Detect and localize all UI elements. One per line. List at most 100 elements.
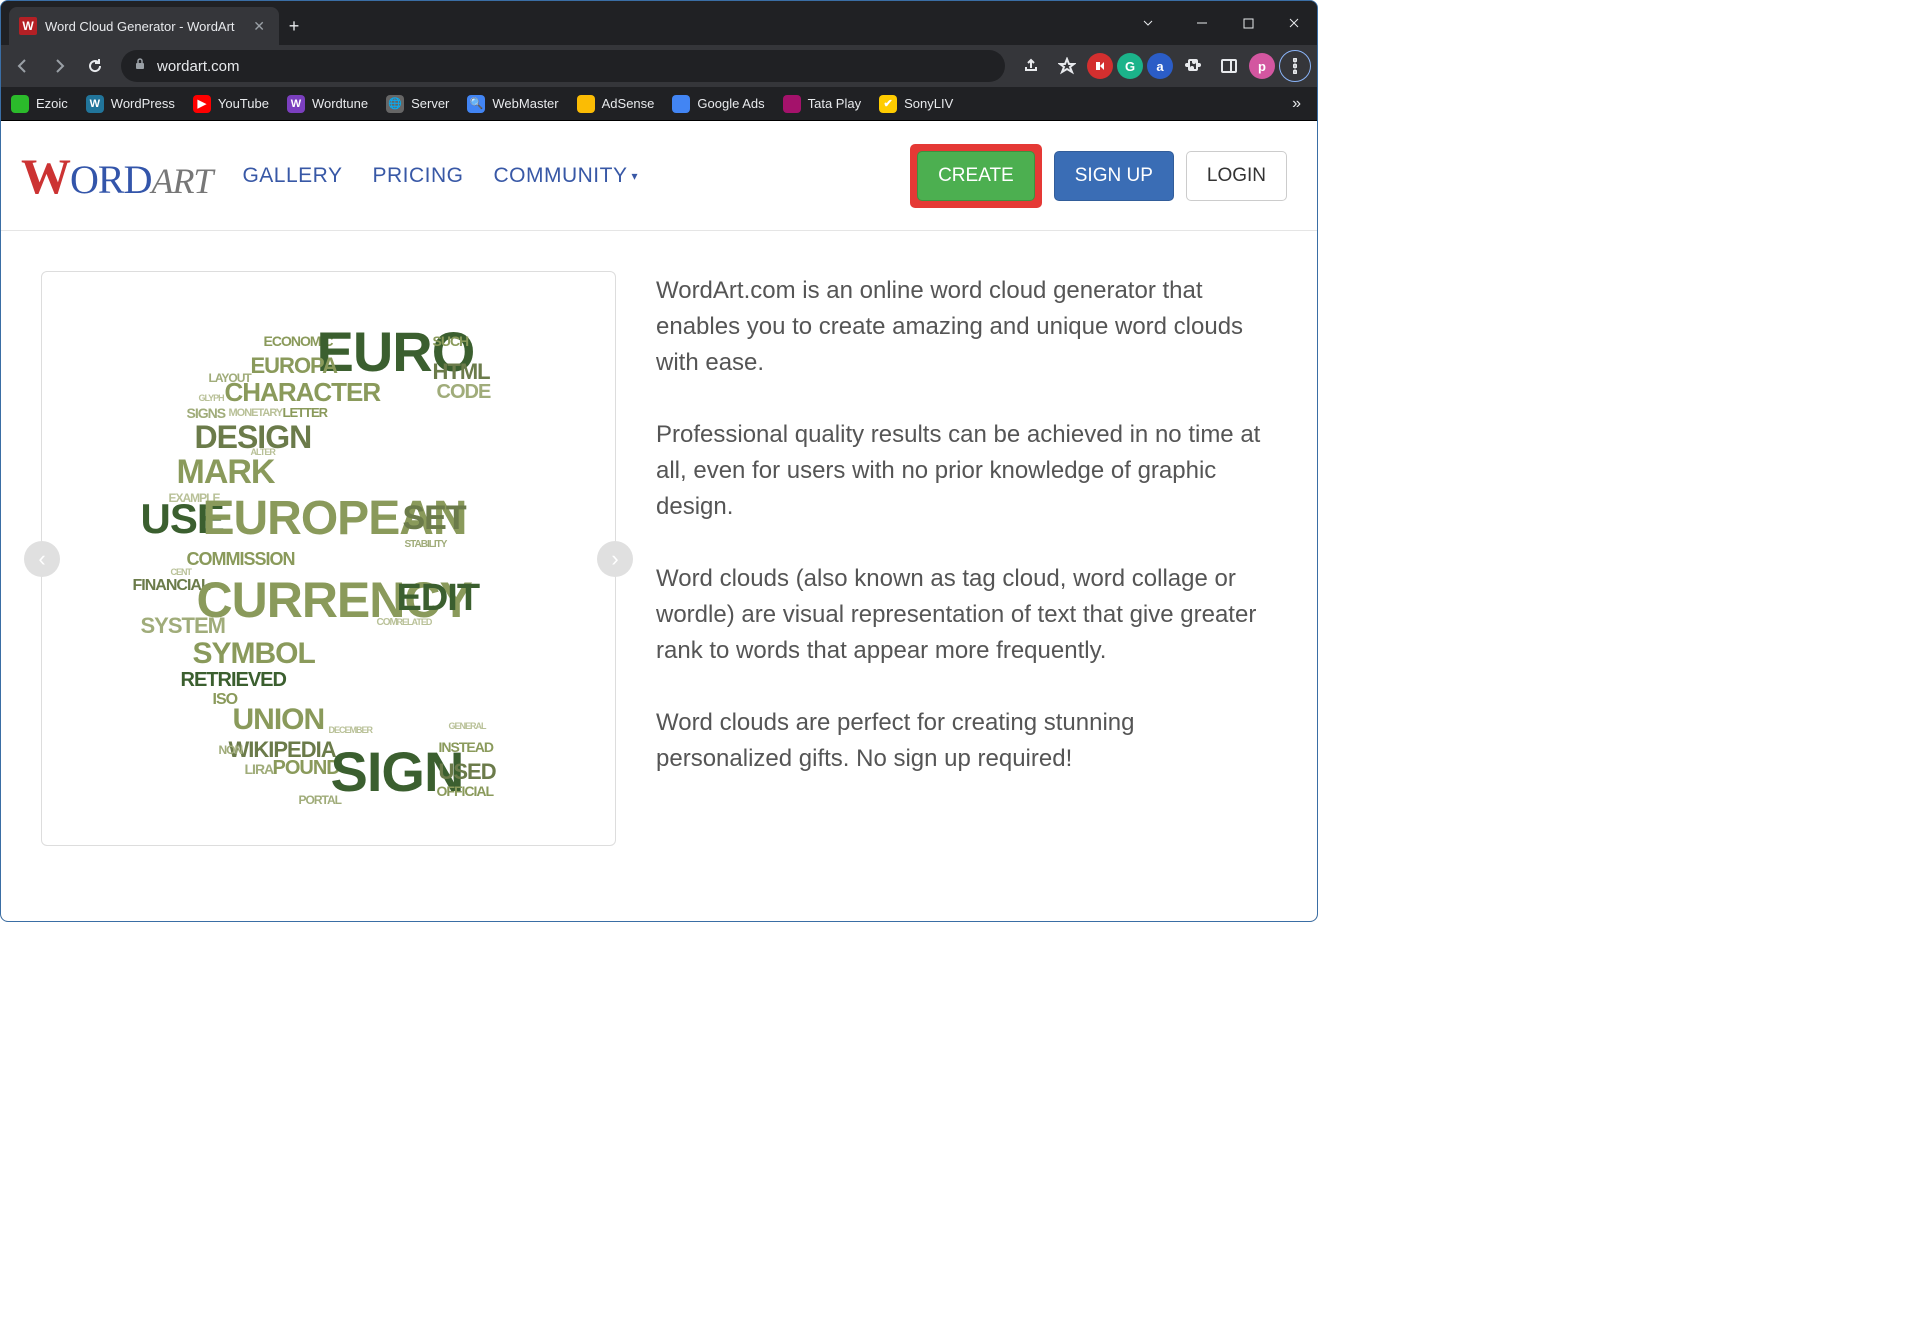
copy-paragraph: Word clouds (also known as tag cloud, wo… — [656, 561, 1277, 669]
chevron-down-icon: ▾ — [631, 169, 638, 183]
bookmark-label: AdSense — [602, 96, 655, 111]
browser-window: W Word Cloud Generator - WordArt ✕ + — [0, 0, 1318, 922]
create-button[interactable]: CREATE — [917, 151, 1035, 201]
new-tab-button[interactable]: + — [279, 7, 309, 45]
address-bar[interactable]: wordart.com — [121, 50, 1005, 82]
bookmark-label: Tata Play — [808, 96, 861, 111]
copy-paragraph: Professional quality results can be achi… — [656, 417, 1277, 525]
nav-gallery[interactable]: GALLERY — [242, 164, 342, 188]
wordcloud-word: USED — [439, 759, 496, 785]
wordcloud-word: NON — [219, 743, 243, 757]
carousel-prev-button[interactable]: ‹ — [24, 541, 60, 577]
profile-avatar[interactable]: p — [1249, 53, 1275, 79]
nav-actions: CREATE SIGN UP LOGIN — [910, 144, 1287, 208]
window-controls — [1125, 1, 1317, 45]
share-icon[interactable] — [1015, 50, 1047, 82]
bookmarks-bar: Ezoic W WordPress ▶YouTube WWordtune 🌐 Server 🔍… — [1, 87, 1317, 121]
minimize-button[interactable] — [1179, 5, 1225, 41]
titlebar: W Word Cloud Generator - WordArt ✕ + — [1, 1, 1317, 45]
carousel-next-button[interactable]: › — [597, 541, 633, 577]
forward-button[interactable] — [43, 50, 75, 82]
extension-ublock-icon[interactable] — [1087, 53, 1113, 79]
bookmark-item[interactable]: Google Ads — [672, 95, 764, 113]
wordcloud-word: CENT — [171, 567, 192, 577]
bookmark-favicon-icon — [783, 95, 801, 113]
wordcloud-image: ECONOMICEUROSUCHEUROPAHTMLLAYOUTCHARACTE… — [129, 309, 529, 809]
wordcloud-word: MONETARY — [229, 407, 283, 419]
wordcloud-word: CHARACTER — [225, 377, 381, 408]
wordcloud-word: ALTER — [251, 447, 275, 457]
reload-button[interactable] — [79, 50, 111, 82]
bookmark-label: WordPress — [111, 96, 175, 111]
page-viewport[interactable]: WORDART GALLERY PRICING COMMUNITY ▾ CREA… — [1, 121, 1317, 921]
bookmark-item[interactable]: Ezoic — [11, 95, 68, 113]
bookmark-item[interactable]: 🔍WebMaster — [467, 95, 558, 113]
wordcloud-word: SYSTEM — [141, 613, 225, 639]
browser-toolbar: wordart.com G a p — [1, 45, 1317, 87]
nav-links: GALLERY PRICING COMMUNITY ▾ — [242, 164, 638, 188]
bookmark-label: SonyLIV — [904, 96, 953, 111]
site-nav: WORDART GALLERY PRICING COMMUNITY ▾ CREA… — [1, 121, 1317, 231]
bookmark-label: Google Ads — [697, 96, 764, 111]
bookmark-item[interactable]: 🌐 Server — [386, 95, 449, 113]
tab-title: Word Cloud Generator - WordArt — [45, 19, 241, 34]
create-button-highlight: CREATE — [910, 144, 1042, 208]
bookmarks-overflow-icon[interactable]: » — [1286, 95, 1307, 113]
tabs-dropdown-icon[interactable] — [1125, 5, 1171, 41]
wordcloud-word: SUCH — [433, 333, 469, 349]
bookmark-favicon-icon — [11, 95, 29, 113]
favicon-icon: W — [19, 17, 37, 35]
bookmark-label: Ezoic — [36, 96, 68, 111]
extension-grammarly-icon[interactable]: G — [1117, 53, 1143, 79]
lock-icon — [133, 57, 147, 76]
wordcloud-word: DECEMBER — [329, 725, 373, 735]
browser-tab[interactable]: W Word Cloud Generator - WordArt ✕ — [9, 7, 279, 45]
menu-dots-icon[interactable] — [1279, 50, 1311, 82]
bookmark-item[interactable]: WWordtune — [287, 95, 368, 113]
signup-button[interactable]: SIGN UP — [1054, 151, 1174, 201]
extensions-puzzle-icon[interactable] — [1177, 50, 1209, 82]
wordcloud-word: RELATED — [397, 617, 432, 627]
sidepanel-icon[interactable] — [1213, 50, 1245, 82]
wordcloud-word: SET — [403, 499, 466, 538]
nav-community[interactable]: COMMUNITY ▾ — [493, 164, 638, 188]
bookmark-favicon-icon: W — [86, 95, 104, 113]
login-button[interactable]: LOGIN — [1186, 151, 1287, 201]
bookmark-favicon-icon — [672, 95, 690, 113]
extension-blue-icon[interactable]: a — [1147, 53, 1173, 79]
bookmark-label: YouTube — [218, 96, 269, 111]
wordcloud-word: OFFICIAL — [437, 783, 494, 799]
bookmark-star-icon[interactable] — [1051, 50, 1083, 82]
copy-paragraph: WordArt.com is an online word cloud gene… — [656, 273, 1277, 381]
wordcloud-word: EDIT — [397, 577, 480, 620]
back-button[interactable] — [7, 50, 39, 82]
wordcloud-word: STABILITY — [405, 539, 447, 550]
bookmark-favicon-icon — [577, 95, 595, 113]
tab-close-icon[interactable]: ✕ — [249, 16, 269, 37]
maximize-button[interactable] — [1225, 5, 1271, 41]
bookmark-item[interactable]: ✔SonyLIV — [879, 95, 953, 113]
nav-pricing[interactable]: PRICING — [372, 164, 463, 188]
nav-community-label: COMMUNITY — [493, 164, 627, 188]
wordcloud-word: COMMISSION — [187, 549, 295, 570]
close-button[interactable] — [1271, 5, 1317, 41]
wordcloud-word: LETTER — [283, 405, 328, 420]
wordcloud-word: LIRA — [245, 761, 274, 777]
url-text: wordart.com — [157, 58, 993, 75]
bookmark-item[interactable]: AdSense — [577, 95, 655, 113]
bookmark-item[interactable]: Tata Play — [783, 95, 861, 113]
hero-copy: WordArt.com is an online word cloud gene… — [656, 271, 1277, 846]
wordcloud-word: EUROPA — [251, 353, 338, 379]
wordcloud-word: GENERAL — [449, 721, 486, 731]
bookmark-item[interactable]: W WordPress — [86, 95, 175, 113]
bookmark-favicon-icon: 🌐 — [386, 95, 404, 113]
wordcloud-word: GLYPH — [199, 393, 224, 403]
carousel: ‹ ECONOMICEUROSUCHEUROPAHTMLLAYOUTCHARAC… — [41, 271, 616, 846]
bookmark-label: Server — [411, 96, 449, 111]
bookmark-favicon-icon: W — [287, 95, 305, 113]
wordcloud-word: PORTAL — [299, 793, 341, 807]
wordcloud-word: COM — [377, 617, 397, 628]
site-logo[interactable]: WORDART — [21, 147, 212, 205]
bookmark-item[interactable]: ▶YouTube — [193, 95, 269, 113]
wordcloud-word: MARK — [177, 453, 275, 492]
